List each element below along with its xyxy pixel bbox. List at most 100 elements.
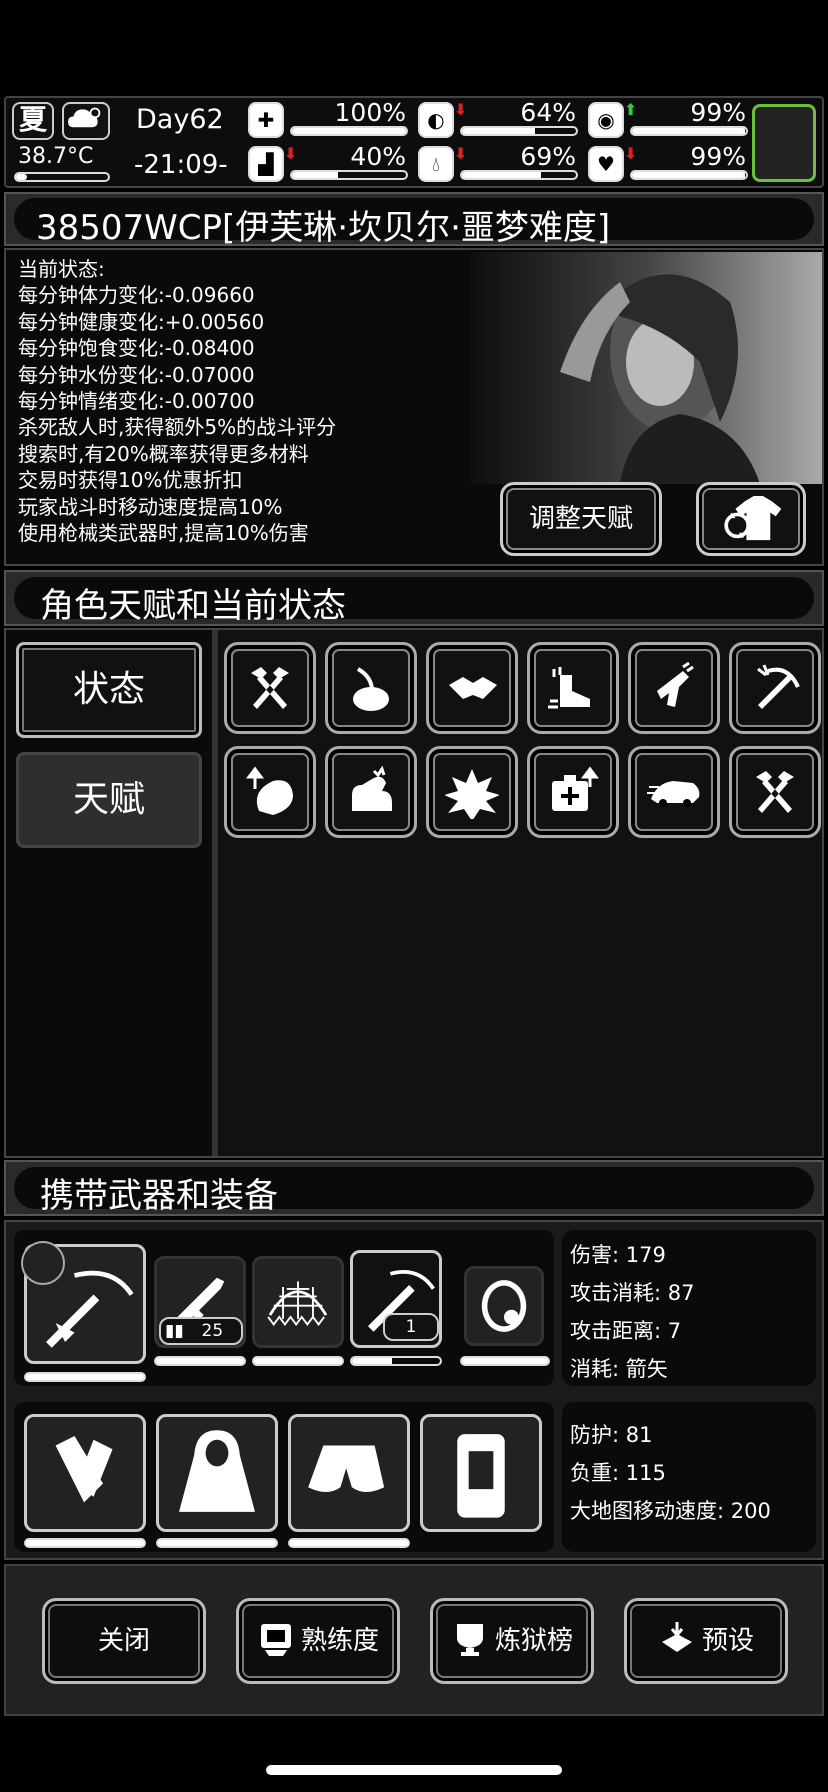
gloves-icon [55, 1435, 113, 1503]
equipment-area: ▮▮ 25 1 伤害: 179 攻击消耗: 87 攻击距离: 7 消耗: 箭矢 … [4, 1220, 824, 1560]
proficiency-button[interactable]: 熟练度 [236, 1598, 400, 1684]
main-weapon-slot[interactable] [21, 1241, 146, 1364]
talent-slot[interactable] [224, 746, 316, 838]
hud-bar: 夏 38.7°C Day62 -21:09- ✚ 100% ◐ ⬇ 64% ◉ … [4, 96, 824, 188]
pill-icon: ◉ [588, 102, 624, 138]
talent-slot[interactable] [527, 642, 619, 734]
burst-icon [445, 769, 499, 819]
weapon-info: 伤害: 179 攻击消耗: 87 攻击距离: 7 消耗: 箭矢 [562, 1230, 816, 1386]
race-car-icon [647, 781, 700, 807]
temperature-readout: 38.7°C [18, 144, 94, 169]
slot-durability-bar [350, 1356, 442, 1366]
crossbow-icon [757, 664, 800, 709]
net-slot[interactable] [252, 1256, 344, 1348]
character-portrait [470, 252, 822, 484]
crossbow-slot[interactable]: 1 [350, 1250, 442, 1348]
season-indicator[interactable]: 夏 [12, 102, 54, 140]
stat-bar [290, 170, 408, 180]
status-line: 交易时获得10%优惠折扣 [18, 468, 243, 493]
hell-rank-label: 炼狱榜 [494, 1626, 573, 1656]
cloak-slot[interactable] [156, 1414, 278, 1532]
info-label: 攻击消耗 [570, 1281, 654, 1305]
talent-slot[interactable] [527, 746, 619, 838]
info-label: 负重 [570, 1461, 612, 1485]
talent-slot[interactable] [426, 642, 518, 734]
talent-slot[interactable] [729, 642, 821, 734]
stat-water[interactable]: 💧︎ ⬇ 69% [418, 142, 578, 184]
info-value: 179 [625, 1243, 666, 1267]
status-line: 使用枪械类武器时,提高10%伤害 [18, 521, 309, 546]
info-label: 攻击距离 [570, 1319, 654, 1343]
close-label: 关闭 [97, 1626, 150, 1656]
talent-slot[interactable] [224, 642, 316, 734]
gloves-slot[interactable] [24, 1414, 146, 1532]
change-outfit-button[interactable] [696, 482, 806, 556]
adjust-talent-button[interactable]: 调整天赋 [500, 482, 662, 556]
stat-bar [290, 126, 408, 136]
crossed-axes-icon [756, 771, 794, 813]
backpack-slot[interactable] [420, 1414, 542, 1532]
status-panel: 当前状态: 每分钟体力变化:-0.09660 每分钟健康变化:+0.00560 … [4, 248, 824, 566]
talent-slot[interactable] [325, 642, 417, 734]
stat-mood[interactable]: ◉ ⬆ 99% [588, 98, 748, 140]
stat-hunger[interactable]: ◐ ⬇ 64% [418, 98, 578, 140]
stat-arrow: ⬇ [284, 144, 298, 163]
stat-emotion[interactable]: ♥ ⬇ 99% [588, 142, 748, 184]
status-line: 每分钟健康变化:+0.00560 [18, 309, 265, 334]
character-title: 38507WCP[伊芙琳·坎贝尔·噩梦难度] [36, 208, 611, 248]
stat-value: 99% [690, 142, 746, 171]
info-label: 消耗 [570, 1357, 612, 1381]
talent-slot[interactable] [729, 746, 821, 838]
hell-rank-button[interactable]: 炼狱榜 [430, 1598, 594, 1684]
clock: -21:09- [134, 150, 228, 180]
outfit-swap-icon [724, 496, 782, 541]
info-value: 87 [667, 1281, 695, 1305]
info-value: 200 [730, 1499, 771, 1523]
talent-slot[interactable] [628, 642, 720, 734]
weapon-row: ▮▮ 25 1 [14, 1230, 554, 1386]
day-counter: Day62 [136, 104, 224, 135]
stat-arrow: ⬇ [624, 144, 638, 163]
stat-bar [460, 126, 578, 136]
tab-talent[interactable]: 天赋 [16, 752, 202, 848]
slot-durability-bar [154, 1356, 246, 1366]
talent-slot[interactable] [628, 746, 720, 838]
arm-up-icon [246, 766, 293, 815]
home-indicator[interactable] [266, 1765, 562, 1775]
season-label: 夏 [18, 103, 47, 136]
ammo-count: 1 [383, 1313, 439, 1341]
water-drop-icon: 💧︎ [418, 146, 454, 182]
shield-icon [481, 1280, 527, 1332]
backpack-icon [457, 1434, 505, 1518]
weather-icon[interactable] [62, 102, 110, 140]
section-title: 携带武器和装备 [40, 1176, 278, 1216]
talent-slot[interactable] [325, 746, 417, 838]
quick-slot[interactable] [752, 104, 816, 182]
stat-health[interactable]: ✚ 100% [248, 98, 408, 140]
info-value: 7 [667, 1319, 682, 1343]
slot-durability-bar [156, 1538, 278, 1548]
attack-type-badge [21, 1241, 65, 1285]
pants-slot[interactable] [288, 1414, 410, 1532]
net-trap-icon [267, 1281, 328, 1326]
stat-arrow: ⬇ [454, 144, 468, 163]
stat-bar [630, 126, 748, 136]
ammo-count: ▮▮ 25 [159, 1317, 243, 1345]
info-value: 箭矢 [625, 1357, 668, 1381]
stat-value: 64% [520, 98, 576, 127]
shield-slot[interactable] [464, 1266, 544, 1346]
stat-stamina[interactable]: ▟ ⬇ 40% [248, 142, 408, 184]
heart-icon: ♥ [588, 146, 624, 182]
info-value: 81 [625, 1423, 653, 1447]
stat-arrow: ⬆ [624, 100, 638, 119]
tab-status[interactable]: 状态 [16, 642, 202, 738]
rifle-slot[interactable]: ▮▮ 25 [154, 1256, 246, 1348]
slot-durability-bar [252, 1356, 344, 1366]
close-button[interactable]: 关闭 [42, 1598, 206, 1684]
status-line: 玩家战斗时移动速度提高10% [18, 494, 283, 519]
talent-slot[interactable] [426, 746, 518, 838]
armor-info: 防护: 81 负重: 115 大地图移动速度: 200 [562, 1402, 816, 1552]
preset-button[interactable]: 预设 [624, 1598, 788, 1684]
section-title: 角色天赋和当前状态 [40, 586, 346, 626]
stat-value: 40% [350, 142, 406, 171]
